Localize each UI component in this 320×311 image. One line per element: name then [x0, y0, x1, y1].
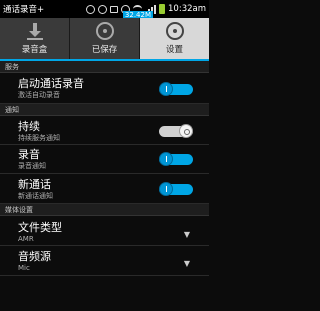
- chevron-down-icon: ▼: [183, 230, 190, 239]
- tab-label: 录音盒: [21, 45, 48, 55]
- toggle-knob: [179, 124, 193, 138]
- download-icon: [26, 22, 44, 40]
- toggle-knob: [159, 182, 173, 196]
- setting-auto-record[interactable]: 启动通话录音 激活自动录音: [0, 73, 209, 104]
- section-header-media: 媒体设置: [0, 204, 209, 216]
- status-bar: 通话录音+ 10:32am 32.42M: [0, 0, 209, 20]
- toggle-knob: [159, 82, 173, 96]
- setting-value: Mic: [18, 264, 30, 272]
- clock: 10:32am: [168, 4, 206, 14]
- setting-recording[interactable]: 录音 录音通知: [0, 145, 209, 174]
- tab-label: 已保存: [91, 45, 118, 55]
- tab-recordings[interactable]: 录音盒: [0, 18, 70, 59]
- setting-title: 文件类型: [18, 221, 62, 234]
- persistent-toggle[interactable]: [159, 124, 193, 138]
- sync-icon: [98, 4, 108, 14]
- section-header-service: 服务: [0, 61, 209, 73]
- disc-icon: [95, 22, 114, 40]
- settings-list: 服务 启动通话录音 激活自动录音 通知 持续 持续服务通知 录音 录音通知 新通…: [0, 61, 209, 276]
- usb-icon: [110, 5, 119, 13]
- setting-value: AMR: [18, 235, 34, 243]
- auto-record-toggle[interactable]: [159, 82, 193, 96]
- setting-persistent[interactable]: 持续 持续服务通知: [0, 116, 209, 145]
- setting-file-type[interactable]: 文件类型 AMR ▼: [0, 216, 209, 246]
- record-status-icon: [86, 4, 96, 14]
- section-header-notify: 通知: [0, 104, 209, 116]
- settings-disc-icon: [165, 22, 184, 40]
- chevron-down-icon: ▼: [183, 259, 190, 268]
- tab-settings[interactable]: 设置: [140, 18, 209, 59]
- app-title: 通话录音+: [3, 5, 45, 15]
- recording-toggle[interactable]: [159, 152, 193, 166]
- battery-icon: [159, 4, 166, 14]
- tab-label: 设置: [165, 45, 183, 55]
- new-call-toggle[interactable]: [159, 182, 193, 196]
- tab-saved[interactable]: 已保存: [70, 18, 140, 59]
- setting-title: 音频源: [18, 250, 51, 263]
- tab-bar: 录音盒 已保存 设置: [0, 18, 209, 61]
- setting-new-call[interactable]: 新通话 新通话通知: [0, 174, 209, 204]
- setting-audio-source[interactable]: 音频源 Mic ▼: [0, 246, 209, 276]
- toggle-knob: [159, 152, 173, 166]
